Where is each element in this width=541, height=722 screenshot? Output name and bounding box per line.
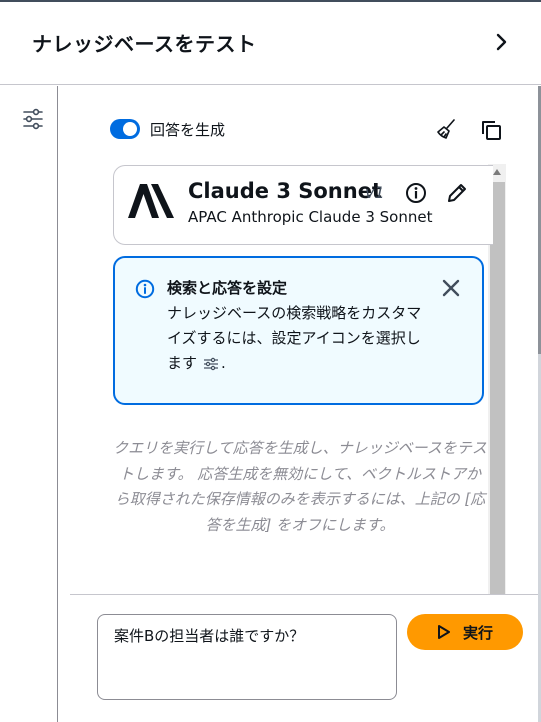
- close-icon[interactable]: [440, 277, 462, 299]
- pencil-icon[interactable]: [446, 182, 468, 204]
- run-button[interactable]: 実行: [407, 614, 523, 650]
- run-button-label: 実行: [462, 624, 493, 642]
- broom-icon[interactable]: [436, 118, 458, 140]
- play-icon: [437, 625, 450, 639]
- generate-response-toggle[interactable]: [110, 119, 140, 139]
- configure-retrieval-alert: 検索と応答を設定 ナレッジベースの検索戦略をカスタマイズするには、設定アイコンを…: [113, 256, 484, 405]
- model-version: v1: [365, 183, 385, 202]
- info-circle-icon: [135, 279, 155, 299]
- settings-sliders-icon[interactable]: [22, 108, 44, 130]
- copy-icon[interactable]: [479, 118, 503, 142]
- panel-header: ナレッジベースをテスト: [0, 2, 541, 85]
- anthropic-logo: [128, 184, 174, 218]
- info-circle-icon[interactable]: [405, 182, 427, 204]
- model-name: Claude 3 Sonnet: [188, 179, 382, 203]
- generate-response-toggle-row: 回答を生成: [110, 117, 225, 141]
- model-card: Claude 3 Sonnet v1 APAC Anthropic Claude…: [113, 165, 493, 245]
- alert-body-period: .: [221, 354, 226, 372]
- empty-chat-placeholder: クエリを実行して応答を生成し、ナレッジベースをテストします。 応答生成を無効にし…: [113, 439, 487, 534]
- scroll-up-arrow-icon[interactable]: [492, 168, 502, 176]
- panel-title: ナレッジベースをテスト: [32, 32, 257, 56]
- query-input[interactable]: 案件Bの担当者は誰ですか？: [97, 614, 397, 700]
- alert-title: 検索と応答を設定: [167, 279, 288, 297]
- model-subtitle: APAC Anthropic Claude 3 Sonnet: [188, 208, 433, 226]
- settings-sliders-icon: [204, 357, 219, 370]
- generate-response-label: 回答を生成: [150, 120, 226, 139]
- side-toolbar: [0, 86, 58, 722]
- alert-body: ナレッジベースの検索戦略をカスタマイズするには、設定アイコンを選択します.: [167, 301, 427, 376]
- chevron-right-icon[interactable]: [489, 30, 513, 54]
- toggle-knob: [123, 122, 137, 136]
